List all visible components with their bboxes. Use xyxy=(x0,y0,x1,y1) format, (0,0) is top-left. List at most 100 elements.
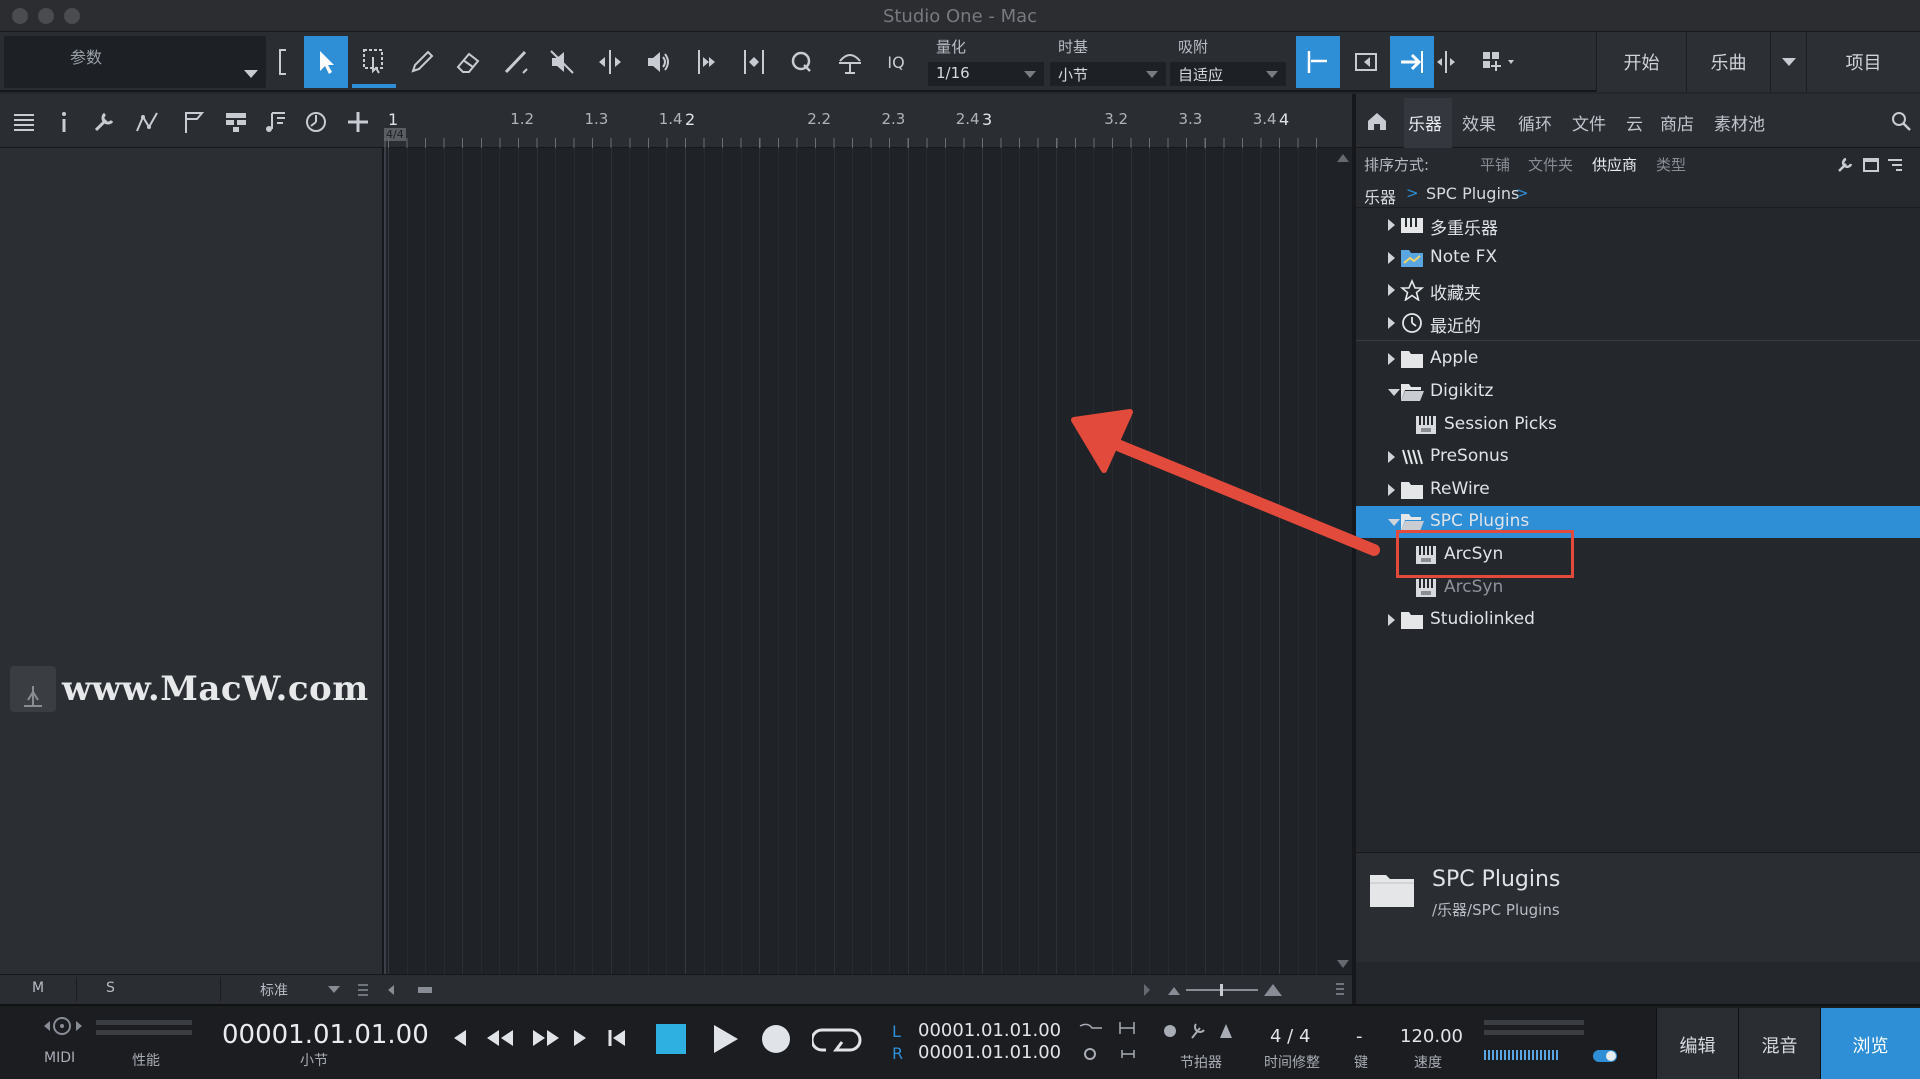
disclosure-closed-icon[interactable] xyxy=(1388,483,1395,496)
next-marker-button[interactable] xyxy=(570,1026,590,1050)
listen-tool-button[interactable] xyxy=(636,36,680,88)
mute-tool-button[interactable] xyxy=(540,36,584,88)
follow-playhead-button[interactable] xyxy=(1430,36,1462,88)
tempo-display[interactable]: 120.00 xyxy=(1400,1026,1463,1047)
toggle-switch-icon[interactable] xyxy=(1592,1048,1620,1064)
return-to-zero-button[interactable] xyxy=(606,1026,628,1050)
arrow-tool-button[interactable] xyxy=(304,36,348,88)
browser-tree-item[interactable]: PreSonus xyxy=(1356,441,1920,473)
tab-files[interactable]: 文件 xyxy=(1572,110,1606,135)
loop-right-display[interactable]: 00001.01.01.00 xyxy=(918,1042,1061,1063)
arrange-view[interactable] xyxy=(384,148,1352,974)
tab-instruments[interactable]: 乐器 xyxy=(1408,110,1442,135)
browser-tree-item[interactable]: 最近的 xyxy=(1356,307,1920,339)
zoom-slider[interactable] xyxy=(1140,981,1350,999)
layout-menu-button[interactable] xyxy=(1470,36,1530,88)
browser-tree-item[interactable]: Session Picks xyxy=(1356,409,1920,441)
parameter-panel[interactable]: 参数 xyxy=(4,36,266,88)
project-page-button[interactable]: 项目 xyxy=(1806,32,1920,92)
forward-button[interactable] xyxy=(530,1026,562,1050)
tab-effects[interactable]: 效果 xyxy=(1462,110,1496,135)
quantize-select[interactable]: 1/16 xyxy=(928,62,1044,86)
song-page-button[interactable]: 乐曲 xyxy=(1686,32,1770,92)
automation-button[interactable] xyxy=(132,106,164,138)
chord-track-button[interactable] xyxy=(260,106,292,138)
add-track-button[interactable] xyxy=(342,106,374,138)
sort-vendor[interactable]: 供应商 xyxy=(1592,154,1637,175)
tab-loops[interactable]: 循环 xyxy=(1518,110,1552,135)
snap-events-button[interactable] xyxy=(1344,36,1388,88)
previous-marker-button[interactable] xyxy=(450,1026,470,1050)
edit-view-button[interactable]: 编辑 xyxy=(1656,1008,1738,1079)
disclosure-closed-icon[interactable] xyxy=(1388,451,1395,464)
vertical-scrollbar[interactable] xyxy=(1334,148,1352,974)
time-signature-display[interactable]: 4 / 4 xyxy=(1270,1026,1310,1047)
scroll-controls[interactable] xyxy=(356,981,436,999)
wrench-icon[interactable] xyxy=(1836,156,1854,174)
preview-window-icon[interactable] xyxy=(1862,156,1880,174)
disclosure-closed-icon[interactable] xyxy=(1388,614,1395,627)
tools-button[interactable] xyxy=(88,106,120,138)
disclosure-closed-icon[interactable] xyxy=(1388,284,1395,297)
stop-button[interactable] xyxy=(656,1024,686,1054)
record-button[interactable] xyxy=(760,1023,792,1055)
iq-button[interactable]: IQ xyxy=(876,36,916,88)
timebase-select[interactable]: 小节 xyxy=(1050,62,1166,86)
split-tool-button[interactable] xyxy=(588,36,632,88)
disclosure-closed-icon[interactable] xyxy=(1388,316,1395,329)
rewind-button[interactable] xyxy=(484,1026,516,1050)
key-display[interactable]: - xyxy=(1356,1026,1363,1047)
mix-view-button[interactable]: 混音 xyxy=(1738,1008,1820,1079)
solo-all-button[interactable]: S xyxy=(106,980,115,996)
disclosure-closed-icon[interactable] xyxy=(1388,219,1395,231)
view-mode-select[interactable]: 标准 xyxy=(260,980,288,1000)
browser-tree-item[interactable]: ReWire xyxy=(1356,474,1920,506)
song-menu-button[interactable] xyxy=(1770,32,1806,92)
start-page-button[interactable]: 开始 xyxy=(1596,32,1686,92)
disclosure-open-icon[interactable] xyxy=(1388,389,1400,396)
play-button[interactable] xyxy=(710,1022,740,1056)
paint-tool-button[interactable] xyxy=(494,36,538,88)
bend-tool-button[interactable] xyxy=(686,36,730,88)
breadcrumb-instruments[interactable]: 乐器 xyxy=(1364,184,1396,208)
browser-tree-item[interactable]: Studiolinked xyxy=(1356,604,1920,636)
timeline-ruler[interactable]: 1 1.2 1.3 1.4 2 2.2 2.3 2.4 3 3.2 3.3 3.4 4 4/4 xyxy=(384,94,1352,148)
disclosure-closed-icon[interactable] xyxy=(1388,353,1395,366)
eraser-tool-button[interactable] xyxy=(446,36,490,88)
search-icon[interactable] xyxy=(1890,110,1912,132)
loop-left-display[interactable]: 00001.01.01.00 xyxy=(918,1020,1061,1041)
tab-shop[interactable]: 商店 xyxy=(1660,110,1694,135)
autoscroll-button[interactable] xyxy=(1390,36,1434,88)
breadcrumb-spc-plugins[interactable]: SPC Plugins xyxy=(1426,184,1519,203)
disclosure-closed-icon[interactable] xyxy=(1388,251,1395,264)
range-tool-button[interactable] xyxy=(352,36,396,88)
loop-button[interactable] xyxy=(812,1026,862,1054)
mute-all-button[interactable]: M xyxy=(32,980,44,996)
browser-tree-item[interactable]: Note FX xyxy=(1356,242,1920,274)
home-icon[interactable] xyxy=(1366,110,1388,132)
browser-tree-item[interactable]: Apple xyxy=(1356,343,1920,375)
inspector-button[interactable] xyxy=(48,106,80,138)
position-display[interactable]: 00001.01.01.00 xyxy=(222,1020,429,1050)
sort-folder[interactable]: 文件夹 xyxy=(1528,154,1573,175)
volume-slider[interactable] xyxy=(1484,1050,1560,1060)
auto-quantize-button[interactable] xyxy=(828,36,872,88)
tempo-track-button[interactable] xyxy=(300,106,332,138)
tab-cloud[interactable]: 云 xyxy=(1626,110,1643,135)
pencil-tool-button[interactable] xyxy=(400,36,444,88)
disclosure-open-icon[interactable] xyxy=(1388,519,1400,527)
arranger-track-button[interactable] xyxy=(220,106,252,138)
tab-pool[interactable]: 素材池 xyxy=(1714,110,1765,135)
snap-select[interactable]: 自适应 xyxy=(1170,62,1286,86)
browser-tree-item[interactable]: 多重乐器 xyxy=(1356,209,1920,241)
track-list-button[interactable] xyxy=(8,106,40,138)
snap-to-grid-button[interactable] xyxy=(1296,36,1340,88)
punch-controls[interactable] xyxy=(1078,1020,1148,1070)
sort-type[interactable]: 类型 xyxy=(1656,154,1686,175)
metronome-controls[interactable] xyxy=(1162,1020,1242,1044)
sort-flat[interactable]: 平铺 xyxy=(1480,154,1510,175)
browse-view-button[interactable]: 浏览 xyxy=(1820,1008,1920,1079)
quantize-button[interactable] xyxy=(780,36,824,88)
marker-track-button[interactable] xyxy=(178,106,210,138)
transient-tool-button[interactable] xyxy=(732,36,776,88)
